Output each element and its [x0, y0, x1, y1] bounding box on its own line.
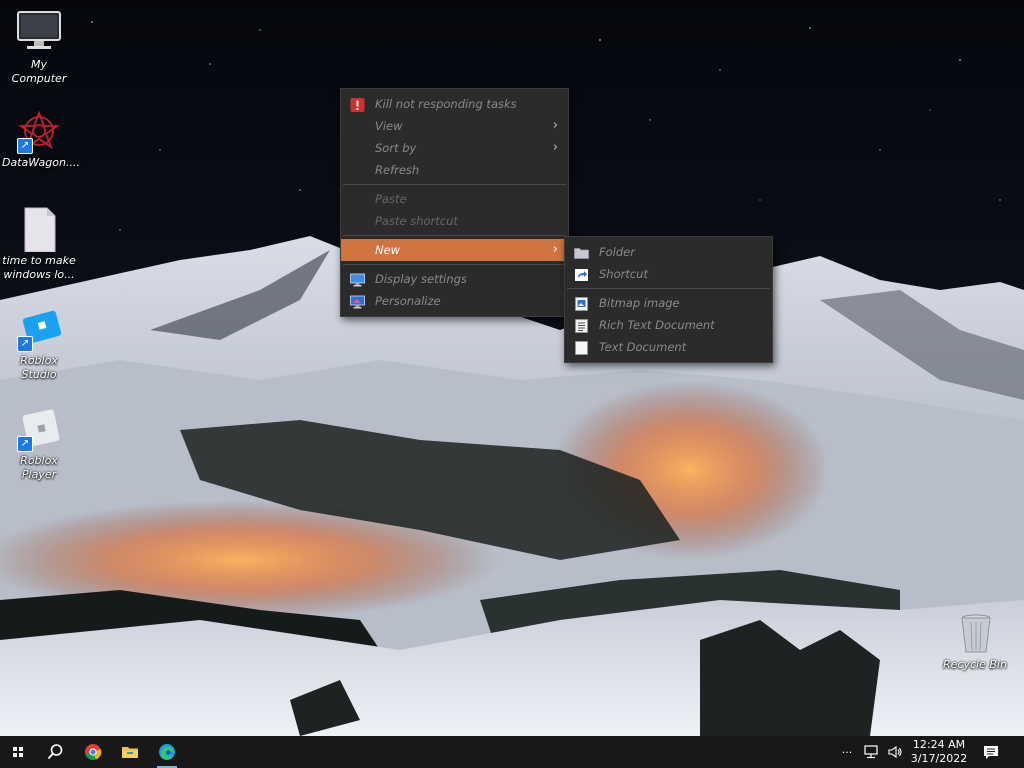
action-center-button[interactable]	[978, 736, 1004, 768]
desktop-icon-label: DataWagon....	[2, 156, 80, 169]
menu-item-label: Folder	[599, 245, 635, 259]
submenu-item-rich-text[interactable]: Rich Text Document	[565, 314, 772, 336]
menu-separator	[343, 184, 566, 185]
menu-item-label: New	[375, 243, 401, 257]
desktop-icon-label: Roblox Studio	[20, 354, 58, 381]
chrome-icon	[85, 744, 102, 760]
menu-item-label: Sort by	[375, 141, 417, 155]
shortcut-icon	[574, 267, 589, 281]
menu-item-label: Personalize	[375, 294, 441, 308]
display-icon	[350, 272, 365, 287]
menu-item-label: View	[375, 119, 403, 133]
menu-item-label: Display settings	[375, 272, 467, 286]
taskbar-clock[interactable]: 12:24 AM 3/17/2022	[904, 738, 974, 766]
menu-item-display-settings[interactable]: Display settings	[341, 268, 568, 290]
rich-text-icon	[574, 318, 589, 333]
taskbar-edge[interactable]	[149, 736, 185, 768]
desktop-icon-label: Roblox Player	[20, 454, 58, 481]
desktop-icon-label: time to make windows lo...	[2, 254, 76, 281]
recycle-bin-icon	[961, 614, 991, 653]
desktop-icon-roblox-studio[interactable]: ↗ Roblox Studio	[0, 306, 78, 382]
menu-item-kill-tasks[interactable]: Kill not responding tasks	[341, 93, 568, 115]
file-explorer-icon	[122, 747, 138, 758]
desktop-icon-recycle-bin[interactable]: Recycle Bin	[936, 610, 1014, 672]
chevron-right-icon: ›	[552, 242, 558, 257]
clock-date: 3/17/2022	[910, 752, 968, 765]
overflow-icon: ···	[841, 745, 853, 759]
error-icon	[350, 97, 365, 112]
tray-overflow-button[interactable]: ···	[836, 736, 858, 768]
menu-item-label: Text Document	[599, 340, 687, 354]
search-icon	[47, 744, 63, 760]
chevron-right-icon: ›	[552, 118, 558, 133]
taskbar-chrome[interactable]	[75, 736, 111, 768]
desktop-icon-roblox-player[interactable]: ↗ Roblox Player	[0, 406, 78, 482]
menu-item-sort-by[interactable]: Sort by ›	[341, 137, 568, 159]
menu-item-label: Bitmap image	[599, 296, 680, 310]
menu-item-paste[interactable]: Paste	[341, 188, 568, 210]
desktop-icon-text-file[interactable]: time to make windows lo...	[0, 206, 78, 282]
tray-volume[interactable]	[884, 736, 906, 768]
search-button[interactable]	[37, 736, 73, 768]
menu-item-label: Paste shortcut	[375, 214, 458, 228]
menu-item-paste-shortcut[interactable]: Paste shortcut	[341, 210, 568, 232]
computer-icon	[17, 11, 61, 49]
desktop-icon-label: My Computer	[11, 58, 67, 85]
desktop-icon-my-computer[interactable]: My Computer	[0, 10, 78, 86]
menu-separator	[343, 235, 566, 236]
volume-icon	[888, 745, 902, 759]
personalize-icon	[350, 294, 365, 309]
menu-item-personalize[interactable]: Personalize	[341, 290, 568, 312]
menu-item-label: Paste	[375, 192, 407, 206]
desktop-context-menu: Kill not responding tasks View › Sort by…	[340, 88, 569, 317]
start-button[interactable]	[0, 736, 36, 768]
desktop-icon-label: Recycle Bin	[943, 658, 1007, 671]
menu-item-label: Refresh	[375, 163, 420, 177]
windows-logo-icon	[13, 747, 23, 757]
menu-item-refresh[interactable]: Refresh	[341, 159, 568, 181]
menu-item-label: Rich Text Document	[599, 318, 715, 332]
menu-item-new[interactable]: New ›	[341, 239, 568, 261]
menu-separator	[343, 264, 566, 265]
submenu-item-folder[interactable]: Folder	[565, 241, 772, 263]
shortcut-arrow-icon: ↗	[17, 436, 33, 452]
bitmap-icon	[574, 296, 589, 311]
menu-item-view[interactable]: View ›	[341, 115, 568, 137]
taskbar-file-explorer[interactable]	[112, 736, 148, 768]
menu-item-label: Kill not responding tasks	[375, 97, 517, 111]
desktop-icon-datawagon[interactable]: ↗ DataWagon....	[0, 108, 80, 170]
menu-item-label: Shortcut	[599, 267, 648, 281]
folder-icon	[574, 245, 589, 259]
text-document-icon	[574, 340, 589, 355]
tray-network[interactable]	[860, 736, 882, 768]
notification-icon	[984, 745, 998, 759]
shortcut-arrow-icon: ↗	[17, 138, 33, 154]
submenu-item-bitmap[interactable]: Bitmap image	[565, 292, 772, 314]
shortcut-arrow-icon: ↗	[17, 336, 33, 352]
blank-file-icon	[24, 207, 56, 253]
chevron-right-icon: ›	[552, 140, 558, 155]
taskbar: ··· 12:24 AM 3/17/2022	[0, 736, 1024, 768]
submenu-item-shortcut[interactable]: Shortcut	[565, 263, 772, 285]
network-icon	[864, 745, 878, 759]
new-submenu: Folder Shortcut Bitmap image Rich Text D…	[564, 236, 773, 363]
edge-icon	[159, 744, 175, 760]
submenu-item-text-document[interactable]: Text Document	[565, 336, 772, 358]
menu-separator	[567, 288, 770, 289]
clock-time: 12:24 AM	[912, 738, 966, 751]
